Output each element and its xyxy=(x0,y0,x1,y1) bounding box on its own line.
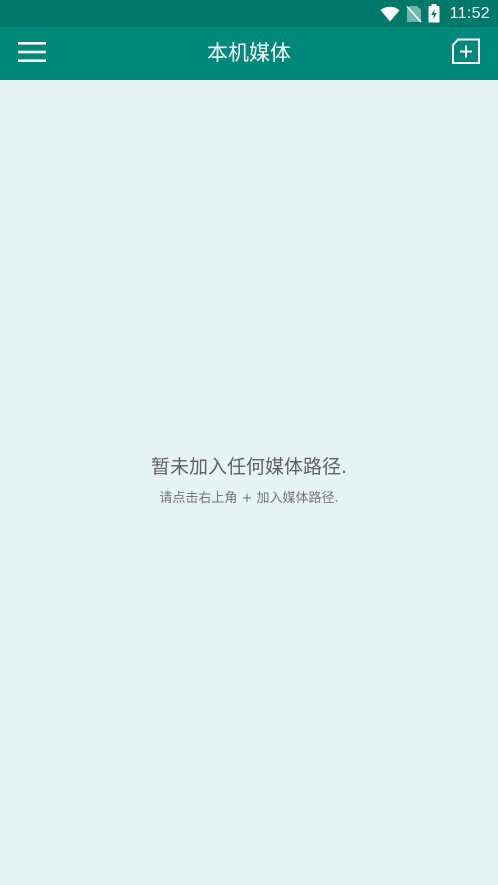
menu-button[interactable] xyxy=(12,34,52,74)
add-folder-icon xyxy=(451,38,481,68)
status-clock: 11:52 xyxy=(449,4,490,22)
status-bar: 11:52 xyxy=(0,0,498,27)
page-title: 本机媒体 xyxy=(207,41,291,65)
empty-state-hint: 请点击右上角 + 加入媒体路径. xyxy=(159,491,339,506)
no-sim-icon xyxy=(406,5,422,23)
wifi-icon xyxy=(380,6,400,22)
empty-state: 暂未加入任何媒体路径. 请点击右上角 + 加入媒体路径. xyxy=(0,452,498,508)
status-icons: 11:52 xyxy=(380,0,490,27)
battery-charging-icon xyxy=(428,4,440,23)
add-folder-button[interactable] xyxy=(446,33,486,73)
app-bar: 本机媒体 xyxy=(0,27,498,80)
hamburger-menu-icon xyxy=(18,41,46,67)
empty-state-title: 暂未加入任何媒体路径. xyxy=(150,456,348,478)
